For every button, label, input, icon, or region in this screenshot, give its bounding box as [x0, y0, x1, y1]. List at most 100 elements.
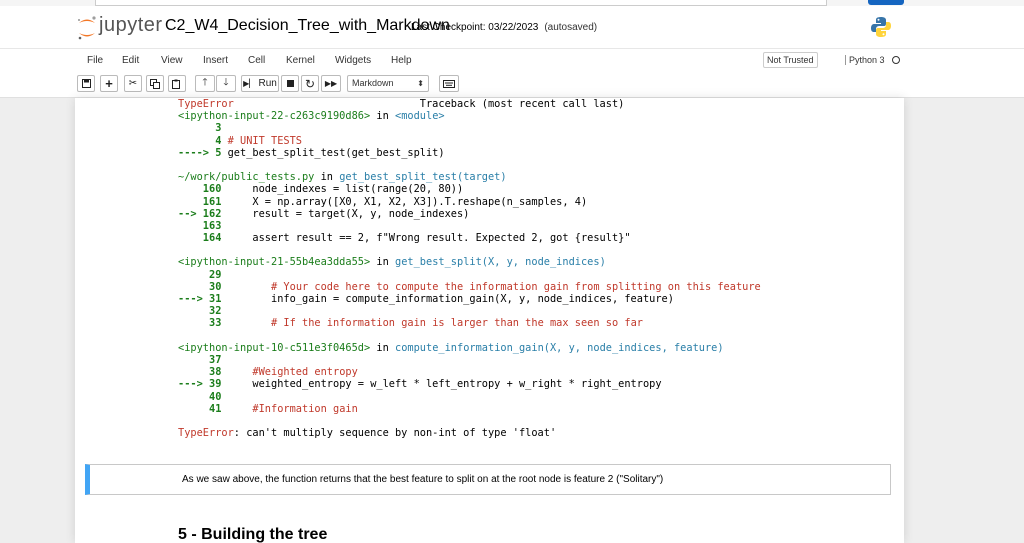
traceback-line: <ipython-input-22-c263c9190d86> in <modu…	[178, 110, 761, 122]
traceback-segment: # If the information gain is larger than…	[271, 317, 643, 330]
traceback-line: 29	[178, 269, 761, 281]
traceback-line: 163	[178, 220, 761, 232]
kernel-idle-icon	[892, 56, 900, 64]
arrow-down-icon: 🡓	[223, 77, 229, 88]
trust-status-button[interactable]: Not Trusted	[763, 52, 818, 68]
traceback-segment: #Weighted entropy	[252, 366, 358, 379]
command-palette-button[interactable]	[439, 75, 459, 92]
traceback-segment: X = np.array([X0, X1, X2, X3]).T.reshape…	[221, 195, 588, 208]
restart-run-all-button[interactable]: ▶▶	[321, 75, 341, 92]
traceback-line: 37	[178, 354, 761, 366]
traceback-line: 38 #Weighted entropy	[178, 366, 761, 378]
traceback-line: 3	[178, 122, 761, 134]
menu-cell[interactable]: Cell	[248, 55, 265, 66]
cell-type-select[interactable]: Markdown ⬍	[347, 75, 429, 92]
traceback-segment: info_gain = compute_information_gain(X, …	[221, 293, 674, 305]
paste-button[interactable]	[168, 75, 186, 92]
error-traceback-output: TypeError Traceback (most recent call la…	[178, 98, 761, 439]
traceback-line: 32	[178, 305, 761, 317]
traceback-line	[178, 330, 761, 342]
restart-button[interactable]: ↻	[301, 75, 319, 92]
notebook-page: TypeError Traceback (most recent call la…	[75, 98, 904, 543]
traceback-segment: compute_information_gain(X, y, node_indi…	[395, 341, 724, 354]
traceback-segment: weighted_entropy = w_left * left_entropy…	[221, 378, 662, 391]
traceback-line: <ipython-input-21-55b4ea3dda55> in get_b…	[178, 256, 761, 268]
checkpoint-status: Last Checkpoint: 03/22/2023 (autosaved)	[411, 22, 597, 33]
traceback-segment: ----> 5	[178, 146, 228, 159]
traceback-segment	[221, 403, 252, 415]
traceback-segment: 29	[178, 268, 222, 281]
menu-file[interactable]: File	[87, 55, 103, 66]
menu-widgets[interactable]: Widgets	[335, 55, 371, 66]
insert-cell-button[interactable]: +	[100, 75, 118, 92]
traceback-segment: 30	[178, 280, 222, 293]
traceback-segment: assert result == 2, f"Wrong result. Expe…	[221, 232, 631, 245]
traceback-segment: in	[314, 171, 340, 184]
traceback-segment: 41	[178, 402, 222, 415]
traceback-segment	[221, 366, 252, 378]
traceback-segment	[221, 317, 271, 329]
jupyter-logo-icon[interactable]	[76, 15, 98, 41]
traceback-segment: 163	[178, 219, 222, 232]
copy-icon	[150, 78, 160, 89]
paste-icon	[172, 79, 180, 89]
interrupt-button[interactable]	[281, 75, 299, 92]
menu-kernel[interactable]: Kernel	[286, 55, 315, 66]
traceback-segment: 164	[178, 232, 222, 245]
traceback-line: 41 #Information gain	[178, 403, 761, 415]
step-forward-icon: ▶▏	[243, 79, 256, 88]
autosaved-text: (autosaved)	[544, 22, 598, 33]
copy-button[interactable]	[146, 75, 164, 92]
notebook-title[interactable]: C2_W4_Decision_Tree_with_Markdown	[165, 17, 450, 35]
fast-forward-icon: ▶▶	[324, 79, 338, 88]
traceback-segment: result = target(X, y, node_indexes)	[221, 207, 470, 220]
traceback-line: 33 # If the information gain is larger t…	[178, 317, 761, 329]
traceback-line: ----> 5 get_best_split_test(get_best_spl…	[178, 147, 761, 159]
markdown-cell[interactable]: As we saw above, the function returns th…	[85, 464, 891, 495]
traceback-segment: get_best_split_test(target)	[339, 171, 507, 184]
menu-view[interactable]: View	[161, 55, 183, 66]
traceback-line	[178, 159, 761, 171]
jupyter-logo-text[interactable]: jupyter	[99, 14, 163, 37]
traceback-segment: #Information gain	[252, 402, 358, 415]
menu-edit[interactable]: Edit	[122, 55, 139, 66]
traceback-line	[178, 244, 761, 256]
traceback-segment: 3	[178, 122, 222, 135]
move-down-button[interactable]: 🡓	[216, 75, 236, 92]
select-arrows-icon: ⬍	[417, 79, 424, 88]
traceback-line: 161 X = np.array([X0, X1, X2, X3]).T.res…	[178, 196, 761, 208]
traceback-segment: --> 162	[178, 207, 222, 220]
traceback-line: 164 assert result == 2, f"Wrong result. …	[178, 232, 761, 244]
traceback-line: 4 # UNIT TESTS	[178, 135, 761, 147]
traceback-segment: get_best_split(X, y, node_indices)	[395, 256, 606, 269]
menu-bar: File Edit View Insert Cell Kernel Widget…	[0, 48, 1024, 73]
notebook-toolbar: + ✂ 🡑 🡓 ▶▏ Run ↻ ▶▶ Markdown ⬍	[0, 72, 1024, 98]
traceback-segment: # Your code here to compute the informat…	[271, 280, 761, 293]
traceback-line: ---> 31 info_gain = compute_information_…	[178, 293, 761, 305]
traceback-line: <ipython-input-10-c511e3f0465d> in compu…	[178, 342, 761, 354]
traceback-segment: <ipython-input-21-55b4ea3dda55>	[178, 256, 371, 269]
menu-help[interactable]: Help	[391, 55, 412, 66]
section-heading: 5 - Building the tree	[178, 526, 328, 543]
traceback-segment: node_indexes = list(range(20, 80))	[221, 183, 464, 196]
traceback-line: --> 162 result = target(X, y, node_index…	[178, 208, 761, 220]
keyboard-icon	[443, 79, 455, 88]
browser-action-button[interactable]	[868, 0, 904, 5]
python-logo-icon	[871, 17, 891, 37]
cut-button[interactable]: ✂	[124, 75, 142, 92]
traceback-segment: Traceback (most recent call last)	[233, 98, 625, 110]
kernel-name[interactable]: Python 3	[845, 55, 885, 65]
scissors-icon: ✂	[128, 78, 138, 89]
run-button[interactable]: ▶▏ Run	[241, 75, 279, 92]
move-up-button[interactable]: 🡑	[195, 75, 215, 92]
menu-insert[interactable]: Insert	[203, 55, 228, 66]
traceback-segment: in	[370, 110, 395, 123]
traceback-segment: get_best_split_test(get_best_split)	[227, 146, 445, 159]
traceback-segment: in	[370, 256, 395, 269]
traceback-segment: 40	[178, 390, 222, 403]
traceback-line: ---> 39 weighted_entropy = w_left * left…	[178, 378, 761, 390]
traceback-segment: <ipython-input-22-c263c9190d86>	[178, 110, 371, 123]
save-button[interactable]	[77, 75, 95, 92]
traceback-segment: ---> 31	[178, 293, 222, 305]
traceback-segment: in	[370, 341, 395, 354]
